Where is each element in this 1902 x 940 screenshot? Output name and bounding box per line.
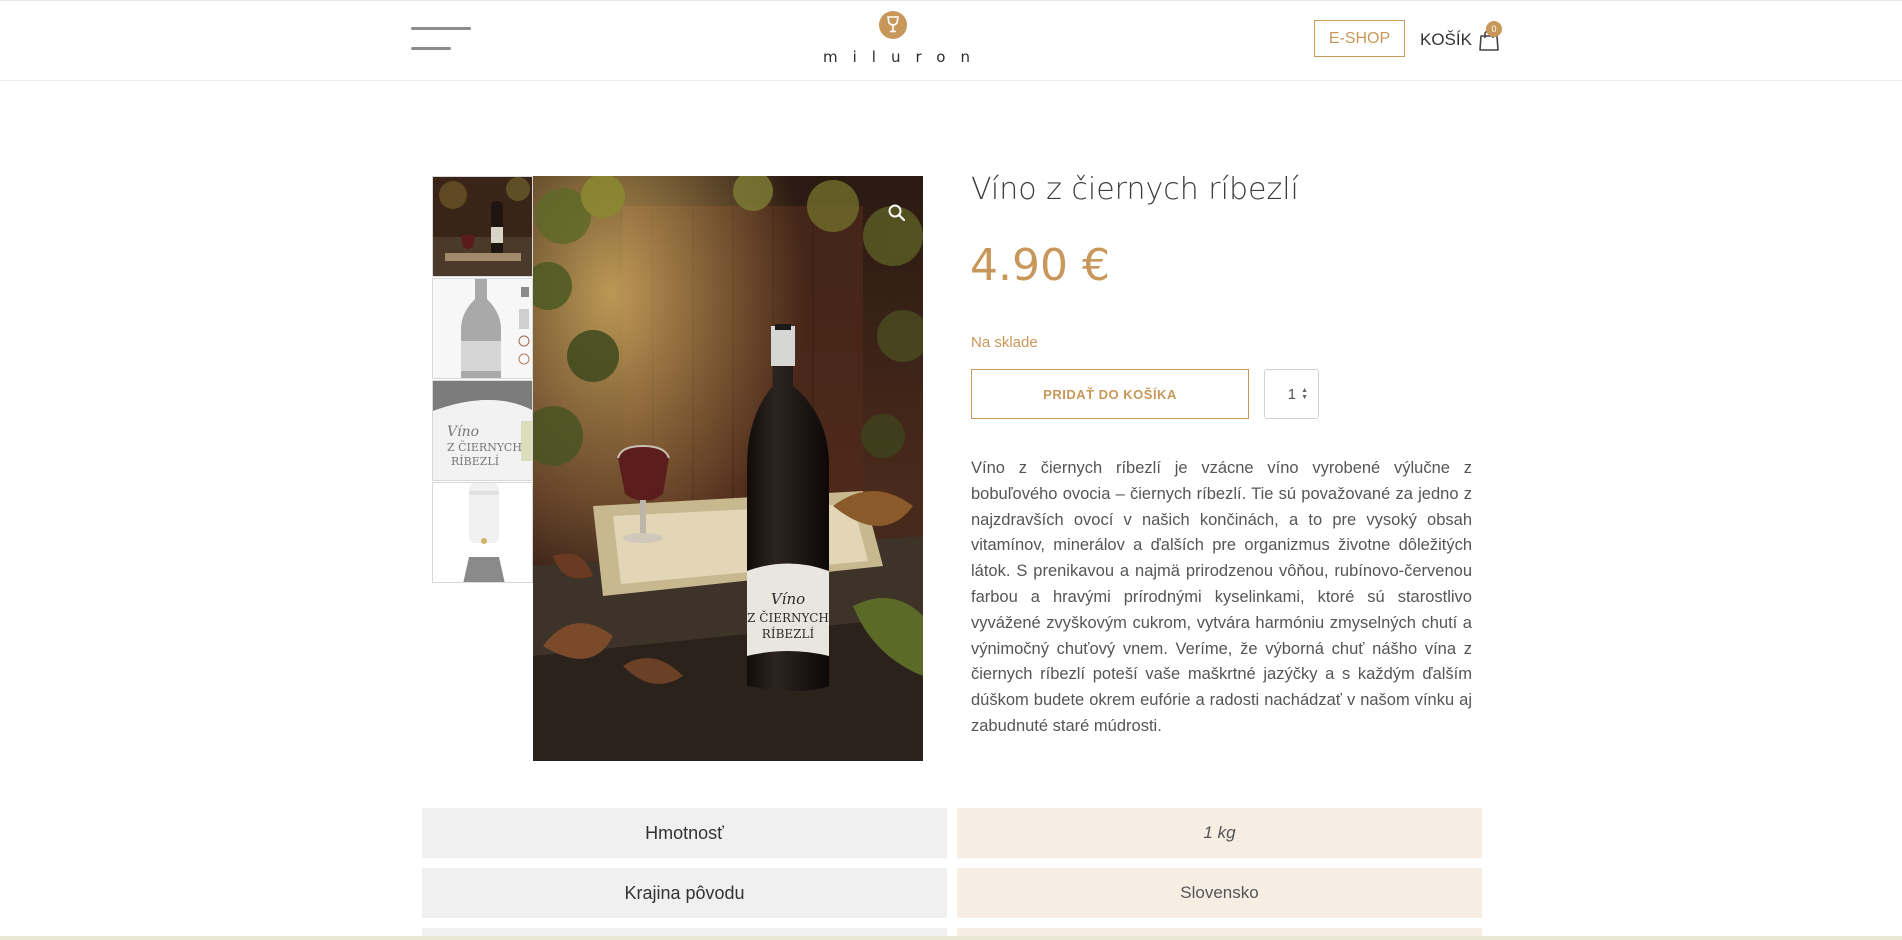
quantity-stepper[interactable]: 1 ▲ ▼ xyxy=(1264,369,1319,419)
product-title: Víno z čiernych ríbezlí xyxy=(971,172,1299,207)
wine-glass-icon xyxy=(879,11,907,39)
menu-line xyxy=(411,27,471,30)
stock-status: Na sklade xyxy=(971,334,1038,351)
quantity-value: 1 xyxy=(1287,385,1297,403)
eshop-button[interactable]: E-SHOP xyxy=(1314,20,1405,57)
site-logo[interactable]: miluron xyxy=(808,11,978,71)
attribute-value xyxy=(957,928,1482,936)
attribute-label xyxy=(422,928,947,936)
attribute-value: Slovensko xyxy=(957,868,1482,918)
bottle-label-text: Víno xyxy=(771,590,805,608)
attribute-label: Hmotnosť xyxy=(422,808,947,858)
svg-text:RÍBEZLÍ: RÍBEZLÍ xyxy=(451,454,499,468)
cart-label: KOŠÍK xyxy=(1420,30,1472,49)
bottle-label-text: RÍBEZLÍ xyxy=(762,626,815,641)
attribute-row: Hmotnosť 1 kg xyxy=(422,808,1482,858)
attribute-row: Krajina pôvodu Slovensko xyxy=(422,868,1482,918)
svg-text:Z ČIERNYCH: Z ČIERNYCH xyxy=(447,440,522,454)
attribute-row xyxy=(422,928,1482,936)
bottle-back-thumbnail[interactable] xyxy=(432,278,533,379)
logo-text: miluron xyxy=(823,48,985,66)
stepper-arrows-icon[interactable]: ▲ ▼ xyxy=(1301,387,1308,401)
product-description: Víno z čiernych ríbezlí je vzácne víno v… xyxy=(971,459,1472,735)
attribute-label: Krajina pôvodu xyxy=(422,868,947,918)
bottle-neck-thumbnail[interactable] xyxy=(432,482,533,583)
attribute-value: 1 kg xyxy=(957,808,1482,858)
hamburger-menu-icon[interactable] xyxy=(411,27,471,53)
cart-count-badge: 0 xyxy=(1486,21,1502,37)
product-price: 4.90 € xyxy=(970,240,1110,291)
site-header: miluron E-SHOP KOŠÍK 0 xyxy=(0,0,1902,81)
gallery-thumbnails: Víno Z ČIERNYCH RÍBEZLÍ xyxy=(432,176,533,584)
add-to-cart-button[interactable]: PRIDAŤ DO KOŠÍKA xyxy=(971,369,1249,419)
page-bottom-bar xyxy=(0,936,1902,940)
main-product-image[interactable]: Víno Z ČIERNYCH RÍBEZLÍ xyxy=(533,176,923,761)
svg-text:Víno: Víno xyxy=(447,424,479,440)
magnifier-icon[interactable] xyxy=(880,196,914,230)
product-scene-thumbnail[interactable] xyxy=(432,176,533,277)
bottle-label-text: Z ČIERNYCH xyxy=(747,609,829,625)
menu-line xyxy=(411,47,451,50)
label-closeup-thumbnail[interactable]: Víno Z ČIERNYCH RÍBEZLÍ xyxy=(432,380,533,481)
